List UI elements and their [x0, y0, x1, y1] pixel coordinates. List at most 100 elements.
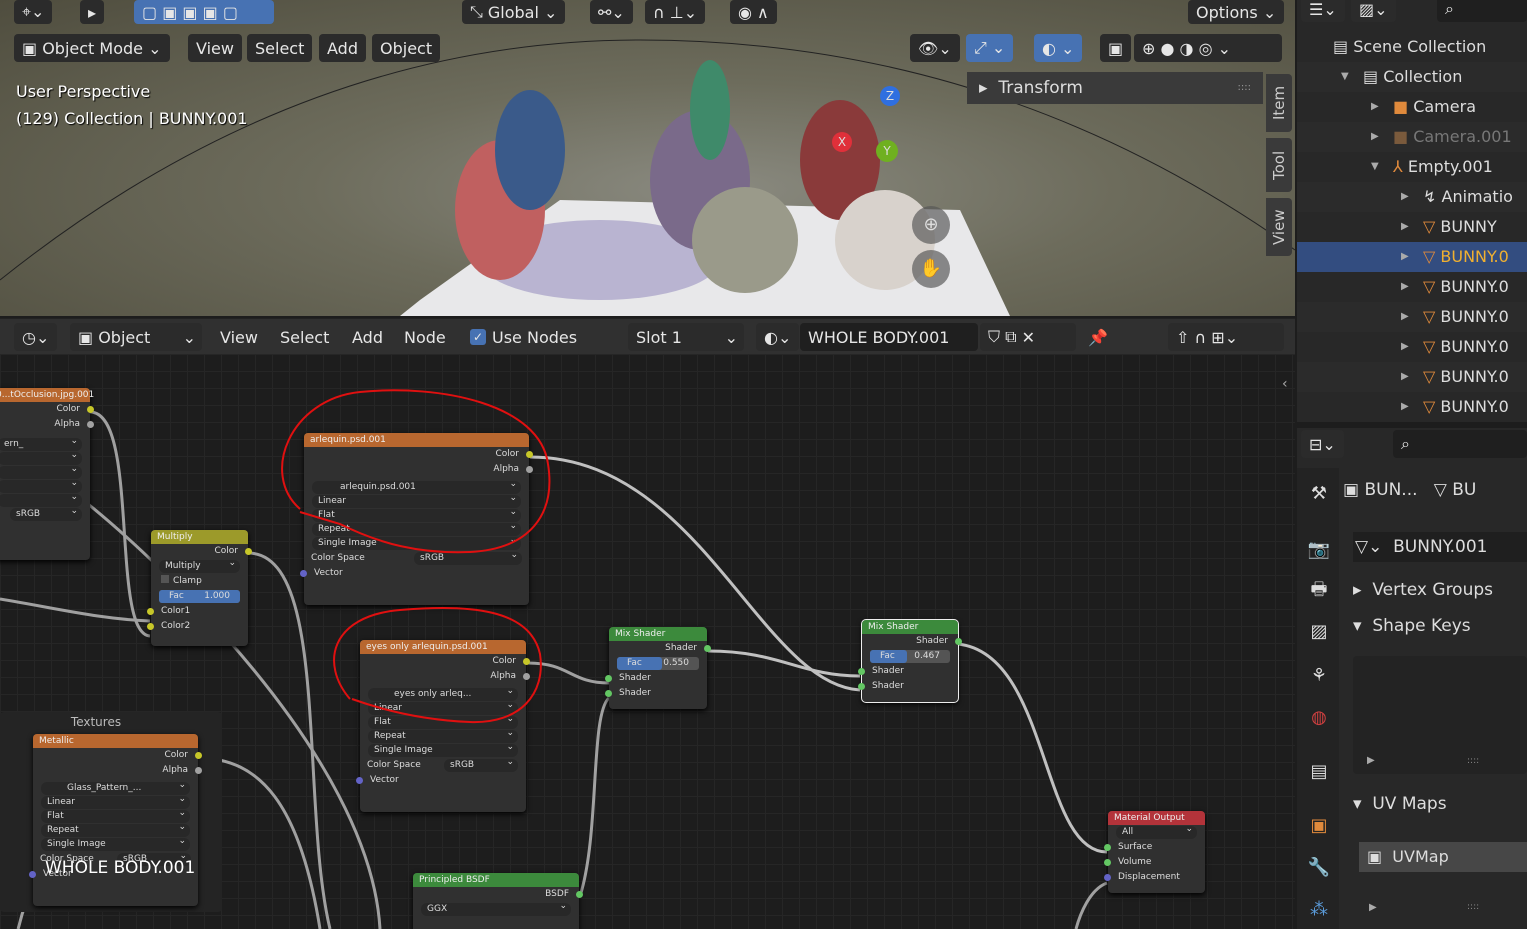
filter-dropdown[interactable]: ▨⌄ [1351, 0, 1396, 22]
outliner-item-bunny[interactable]: ▶ ▽ BUNNY.0 [1297, 392, 1527, 422]
panel-vertex-groups[interactable]: ▸ Vertex Groups [1353, 580, 1527, 600]
snap-button[interactable]: ∩ ⊥⌄ [645, 0, 706, 24]
distribution-dropdown[interactable]: GGX [421, 900, 571, 916]
shading-buttons[interactable]: ⊕ ● ◑ ◎ ⌄ [1134, 34, 1282, 62]
shader-type-dropdown[interactable]: ▣ Object ⌄ [70, 323, 202, 351]
outliner-item-camera-001[interactable]: ▶ ■ Camera.001 [1297, 122, 1527, 152]
fake-user-icon[interactable]: ⛉ [988, 327, 1000, 347]
overlay-toggle[interactable]: ◐ ⌄ [1034, 34, 1083, 62]
zoom-icon[interactable]: ⊕ [912, 206, 950, 244]
collection-tab-icon[interactable]: ▤ [1307, 760, 1331, 784]
node-menu-view[interactable]: View [212, 323, 266, 351]
node-editor-canvas[interactable]: 0...tOcclusion.jpg.001 Color Alpha ern_ … [0, 354, 1295, 929]
mix-rgb-multiply-node[interactable]: Multiply Color Multiply Clamp Fac1.000 C… [147, 530, 252, 646]
search-icon[interactable]: ⌕ [1437, 0, 1527, 22]
fac-slider[interactable]: Fac 0.550 [617, 657, 699, 670]
select-mode-buttons[interactable]: ▢ ▣ ▣ ▣ ▢ [134, 0, 274, 24]
properties-editor-type[interactable]: ⊟⌄ [1301, 430, 1344, 458]
clamp-checkbox[interactable]: Clamp [151, 574, 248, 589]
node-editor-type-button[interactable]: ◷⌄ [14, 323, 58, 351]
image-field[interactable]: eyes only arleq... [368, 685, 518, 701]
node-menu-node[interactable]: Node [396, 323, 454, 351]
proportional-edit-button[interactable]: ◉ ∧ [730, 0, 777, 24]
color-space-row[interactable]: Color Space sRGB [304, 549, 529, 566]
scene-tab-icon[interactable]: ⚘ [1307, 664, 1331, 688]
pin-icon[interactable]: 📌 [1080, 323, 1116, 351]
source-dropdown[interactable]: Single Image [312, 534, 521, 550]
image-texture-node-eyes[interactable]: eyes only arlequin.psd.001 Color Alpha e… [356, 640, 530, 812]
extension-dropdown[interactable]: Repeat [41, 821, 190, 837]
panel-shape-keys[interactable]: ▾ Shape Keys [1353, 616, 1527, 636]
outliner-item-empty-001[interactable]: ▼ ⅄ Empty.001 [1297, 152, 1527, 182]
color-space-row[interactable]: Color Space sRGB [360, 756, 526, 773]
select-tool-button[interactable]: ▸ [80, 0, 105, 24]
image-field[interactable]: arlequin.psd.001 [312, 478, 521, 494]
fac-slider[interactable]: Fac 0.467 [870, 650, 950, 663]
material-browse-button[interactable]: ◐⌄ [756, 323, 800, 351]
gizmo-y[interactable]: Y [876, 140, 898, 162]
view-layer-tab-icon[interactable]: ▨ [1307, 620, 1331, 644]
tab-view[interactable]: View [1266, 198, 1292, 256]
duplicate-icon[interactable]: ⧉ [1005, 327, 1016, 347]
mix-shader-node-1[interactable]: Mix Shader Shader Fac 0.550 Shader Shader [605, 627, 711, 709]
interpolation-dropdown[interactable]: Linear [312, 492, 521, 508]
node-menu-select[interactable]: Select [272, 323, 337, 351]
tab-tool[interactable]: Tool [1266, 138, 1292, 192]
gizmo-x[interactable]: X [832, 132, 852, 152]
material-name-field[interactable]: WHOLE BODY.001 [800, 323, 978, 351]
mode-dropdown[interactable]: ▣ Object Mode ⌄ [14, 34, 170, 62]
material-actions[interactable]: ⛉ ⧉ ✕ [980, 323, 1076, 351]
source-dropdown[interactable]: Single Image [368, 741, 518, 757]
tab-item[interactable]: Item [1266, 74, 1292, 132]
uv-map-item[interactable]: ▣ UVMap [1359, 842, 1527, 872]
menu-add[interactable]: Add [319, 34, 366, 62]
pan-hand-icon[interactable]: ✋ [912, 250, 950, 288]
3d-viewport[interactable]: ⌖⌄ ▸ ▢ ▣ ▣ ▣ ▢ ⤡ Global ⌄ ⚯⌄ ∩ ⊥⌄ ◉ ∧ Op… [0, 0, 1295, 316]
menu-view[interactable]: View [188, 34, 242, 62]
display-mode-dropdown[interactable]: ☰⌄ [1301, 0, 1345, 22]
outliner-item-collection[interactable]: ▼ ▤ Collection [1297, 62, 1527, 92]
use-nodes-checkbox[interactable]: ✓ Use Nodes [462, 323, 585, 351]
menu-object[interactable]: Object [372, 34, 441, 62]
mesh-datablock-field[interactable]: ▽⌄ BUNNY.001 [1353, 532, 1527, 562]
image-texture-node-metallic[interactable]: Metallic Color Alpha Glass_Pattern_... L… [29, 734, 202, 906]
interpolation-dropdown[interactable]: Linear [368, 699, 518, 715]
fac-slider[interactable]: Fac 1.000 [159, 590, 240, 603]
principled-bsdf-node[interactable]: Principled BSDF BSDF GGX [413, 873, 583, 929]
sidebar-toggle-arrow[interactable]: ‹ [1282, 376, 1288, 392]
render-tab-icon[interactable]: 📷 [1307, 538, 1331, 562]
image-texture-node-arlequin[interactable]: arlequin.psd.001 Color Alpha arlequin.ps… [300, 433, 533, 605]
options-dropdown[interactable]: Options ⌄ [1188, 0, 1285, 24]
outliner-item-scene-collection[interactable]: ▤ Scene Collection [1297, 32, 1527, 62]
world-tab-icon[interactable]: ◍ [1307, 706, 1331, 730]
projection-dropdown[interactable]: Flat [368, 713, 518, 729]
outliner-item-bunny[interactable]: ▶ ▽ BUNNY.0 [1297, 362, 1527, 392]
gizmo-z[interactable]: Z [880, 86, 900, 106]
panel-uv-maps[interactable]: ▾ UV Maps [1353, 794, 1527, 814]
color-space-dropdown[interactable]: sRGB [10, 505, 82, 521]
expand-arrow[interactable]: ▶ [1369, 902, 1377, 913]
pivot-dropdown[interactable]: ⚯⌄ [590, 0, 633, 24]
outliner-item-bunny[interactable]: ▶ ▽ BUNNY [1297, 212, 1527, 242]
output-tab-icon[interactable]: 🖶 [1307, 578, 1331, 602]
transform-panel[interactable]: ▸ Transform:::: [967, 72, 1263, 104]
search-icon[interactable]: ⌕ [1393, 430, 1527, 458]
mesh-browse-icon[interactable]: ▽⌄ [1355, 537, 1393, 557]
xray-toggle[interactable]: ▣ [1100, 34, 1132, 62]
outliner-item-bunny[interactable]: ▶ ▽ BUNNY.0 [1297, 302, 1527, 332]
source-dropdown[interactable]: Single Image [41, 835, 190, 851]
shape-keys-list[interactable]: ▶:::: [1353, 656, 1527, 774]
visibility-dropdown[interactable]: 👁⌄ [910, 34, 960, 62]
interpolation-dropdown[interactable]: Linear [41, 793, 190, 809]
image-field[interactable]: Glass_Pattern_... [41, 779, 190, 795]
mix-shader-node-2[interactable]: Mix Shader Shader Fac 0.467 Shader Shader [858, 619, 962, 703]
outliner-item-camera[interactable]: ▶ ■ Camera [1297, 92, 1527, 122]
extension-dropdown[interactable]: Repeat [312, 520, 521, 536]
blend-type-dropdown[interactable]: Multiply [159, 557, 240, 573]
extension-dropdown[interactable]: Repeat [368, 727, 518, 743]
object-tab-icon[interactable]: ▣ [1307, 814, 1331, 838]
editor-type-button[interactable]: ⌖⌄ [14, 0, 53, 24]
tool-tab-icon[interactable]: ⚒ [1307, 482, 1331, 506]
outliner-item-bunny[interactable]: ▶ ▽ BUNNY.0 [1297, 272, 1527, 302]
menu-select[interactable]: Select [247, 34, 313, 62]
